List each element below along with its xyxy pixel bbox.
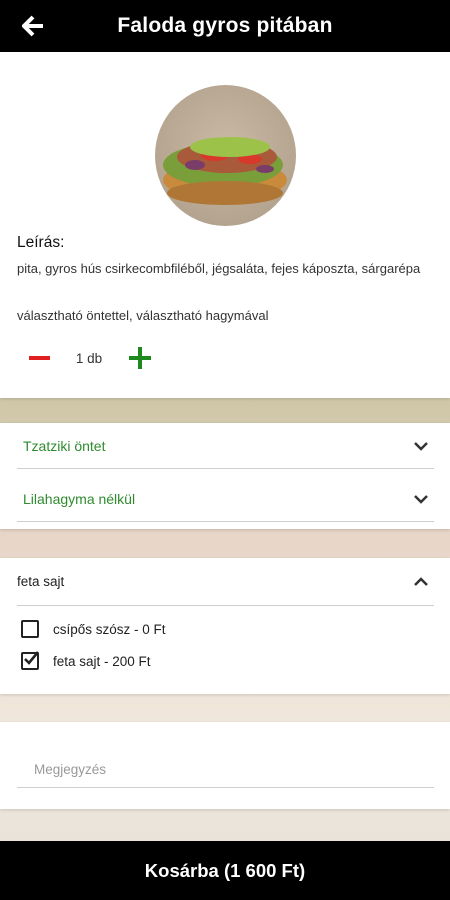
minus-icon [28,356,50,360]
description-text: pita, gyros hús csirkecombfiléből, jégsa… [17,261,421,276]
arrow-left-icon [22,15,43,37]
note-card [0,722,450,809]
sauce-select[interactable]: Tzatziki öntet [17,423,434,469]
options-card: Tzatziki öntet Lilahagyma nélkül [0,423,450,529]
extras-card: feta sajt csípős szósz - 0 Ft feta sajt … [0,558,450,694]
description-label: Leírás: [17,234,65,251]
extra-option-label: feta sajt - 200 Ft [53,653,151,669]
add-to-cart-label: Kosárba (1 600 Ft) [144,859,306,881]
sauce-select-value: Tzatziki öntet [23,437,106,454]
add-to-cart-button[interactable]: Kosárba (1 600 Ft) [0,841,450,900]
top-bar: Faloda gyros pitában [0,0,450,52]
extra-option-hot-sauce[interactable]: csípős szósz - 0 Ft [21,617,166,641]
check-icon [24,651,40,665]
chevron-up-icon [414,576,428,586]
quantity-stepper: 1 db [28,345,152,371]
increase-quantity-button[interactable] [128,345,152,371]
onion-select-value: Lilahagyma nélkül [23,490,136,507]
chevron-down-icon [414,494,428,504]
checkbox-unchecked[interactable] [21,620,39,638]
extras-toggle[interactable]: feta sajt [17,558,434,606]
product-image [155,85,296,226]
quantity-value: 1 db [75,350,103,366]
page-title: Faloda gyros pitában [117,14,333,37]
decrease-quantity-button[interactable] [28,345,50,371]
chevron-down-icon [414,441,428,451]
extras-header: feta sajt [17,574,65,589]
back-button[interactable] [20,13,46,39]
options-note: választható öntettel, választható hagymá… [17,308,269,323]
extra-option-label: csípős szósz - 0 Ft [53,621,166,637]
checkbox-checked[interactable] [21,651,40,670]
note-input[interactable] [17,752,434,788]
extra-option-feta[interactable]: feta sajt - 200 Ft [21,649,151,673]
onion-select[interactable]: Lilahagyma nélkül [17,476,434,522]
product-card: Leírás: pita, gyros hús csirkecombfilébő… [0,52,450,398]
